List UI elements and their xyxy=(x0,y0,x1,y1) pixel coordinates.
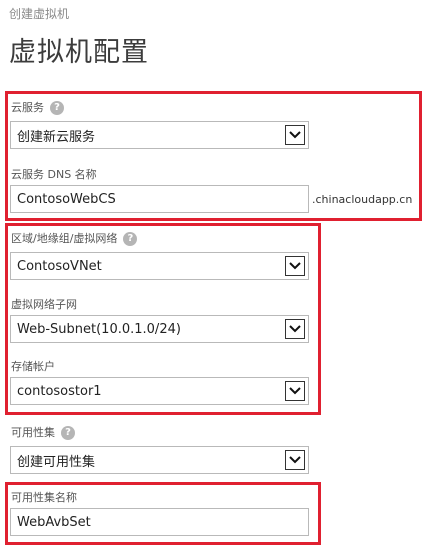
availability-name-input[interactable]: WebAvbSet xyxy=(10,508,309,536)
subnet-label: 虚拟网络子网 xyxy=(11,298,77,311)
cloud-service-label-row: 云服务? xyxy=(11,99,64,115)
subnet-value: Web-Subnet(10.0.1.0/24) xyxy=(17,321,181,337)
availability-label-row: 可用性集? xyxy=(11,424,75,440)
region-select[interactable]: ContosoVNet xyxy=(10,252,309,280)
chevron-down-icon[interactable] xyxy=(285,256,305,276)
availability-select[interactable]: 创建可用性集 xyxy=(10,446,309,474)
availability-value: 创建可用性集 xyxy=(17,454,96,470)
region-label: 区域/地缘组/虚拟网络 xyxy=(11,232,118,245)
dns-name-input[interactable]: ContosoWebCS xyxy=(10,185,309,213)
availability-name-label: 可用性集名称 xyxy=(11,491,77,504)
question-icon[interactable]: ? xyxy=(50,101,64,115)
availability-label: 可用性集 xyxy=(11,426,55,439)
dns-name-label: 云服务 DNS 名称 xyxy=(11,168,97,181)
chevron-down-icon[interactable] xyxy=(285,319,305,339)
page-title: 虚拟机配置 xyxy=(9,37,149,68)
cloud-service-value: 创建新云服务 xyxy=(17,129,96,145)
breadcrumb: 创建虚拟机 xyxy=(9,7,70,21)
question-icon[interactable]: ? xyxy=(61,426,75,440)
region-label-row: 区域/地缘组/虚拟网络? xyxy=(11,230,138,246)
region-value: ContosoVNet xyxy=(17,258,102,274)
chevron-down-icon[interactable] xyxy=(285,381,305,401)
question-icon[interactable]: ? xyxy=(123,232,138,246)
storage-label: 存储帐户 xyxy=(11,360,55,373)
cloud-service-select[interactable]: 创建新云服务 xyxy=(10,121,309,149)
chevron-down-icon[interactable] xyxy=(285,450,305,470)
cloud-service-label: 云服务 xyxy=(11,101,44,114)
dns-suffix: .chinacloudapp.cn xyxy=(312,193,413,206)
chevron-down-icon[interactable] xyxy=(285,125,305,145)
storage-value: contosostor1 xyxy=(17,383,102,399)
subnet-select[interactable]: Web-Subnet(10.0.1.0/24) xyxy=(10,315,309,343)
storage-select[interactable]: contosostor1 xyxy=(10,377,309,405)
